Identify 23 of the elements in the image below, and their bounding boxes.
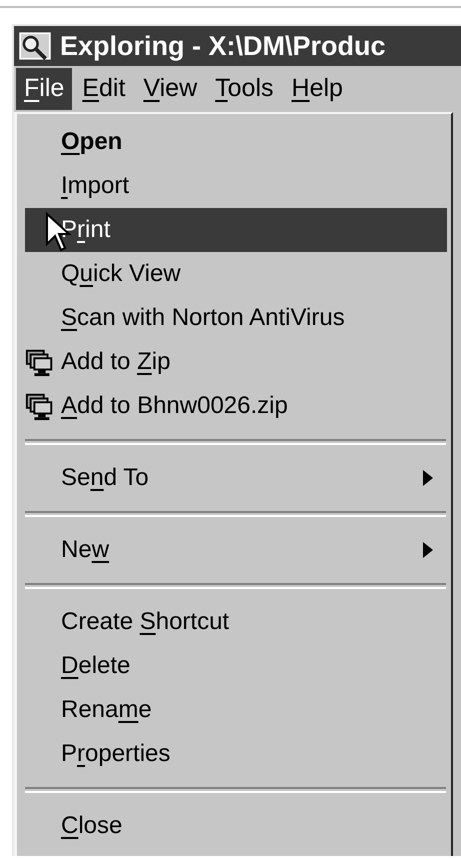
computer-stack-icon bbox=[25, 391, 55, 421]
menu-item[interactable]: Add to Bhnw0026.zip bbox=[25, 384, 447, 428]
menu-bar-item[interactable]: View bbox=[135, 68, 206, 110]
computer-stack-icon bbox=[25, 347, 55, 377]
menu-item[interactable]: Add to Zip bbox=[25, 340, 447, 384]
menu-bar-item[interactable]: Help bbox=[284, 68, 351, 110]
menu-item[interactable]: New bbox=[25, 528, 447, 572]
menu-item[interactable]: Close bbox=[25, 804, 447, 848]
menu-item[interactable]: Import bbox=[25, 164, 447, 208]
menu-item[interactable]: Create Shortcut bbox=[25, 600, 447, 644]
window-title: Exploring - X:\DM\Produc bbox=[60, 30, 386, 63]
menu-item[interactable]: Scan with Norton AntiVirus bbox=[25, 296, 447, 340]
menu-bar-item[interactable]: Edit bbox=[74, 68, 134, 110]
menu-item[interactable]: Open bbox=[25, 120, 447, 164]
submenu-arrow-icon bbox=[423, 470, 433, 486]
menu-item[interactable]: Send To bbox=[25, 456, 447, 500]
menu-bar-item[interactable]: File bbox=[16, 68, 72, 110]
menu-item[interactable]: Rename bbox=[25, 688, 447, 732]
menu-bar-item[interactable]: Tools bbox=[207, 68, 282, 110]
menu-item[interactable]: Delete bbox=[25, 644, 447, 688]
menu-item[interactable]: Quick View bbox=[25, 252, 447, 296]
submenu-arrow-icon bbox=[423, 542, 433, 558]
menu-item[interactable]: Properties bbox=[25, 732, 447, 776]
